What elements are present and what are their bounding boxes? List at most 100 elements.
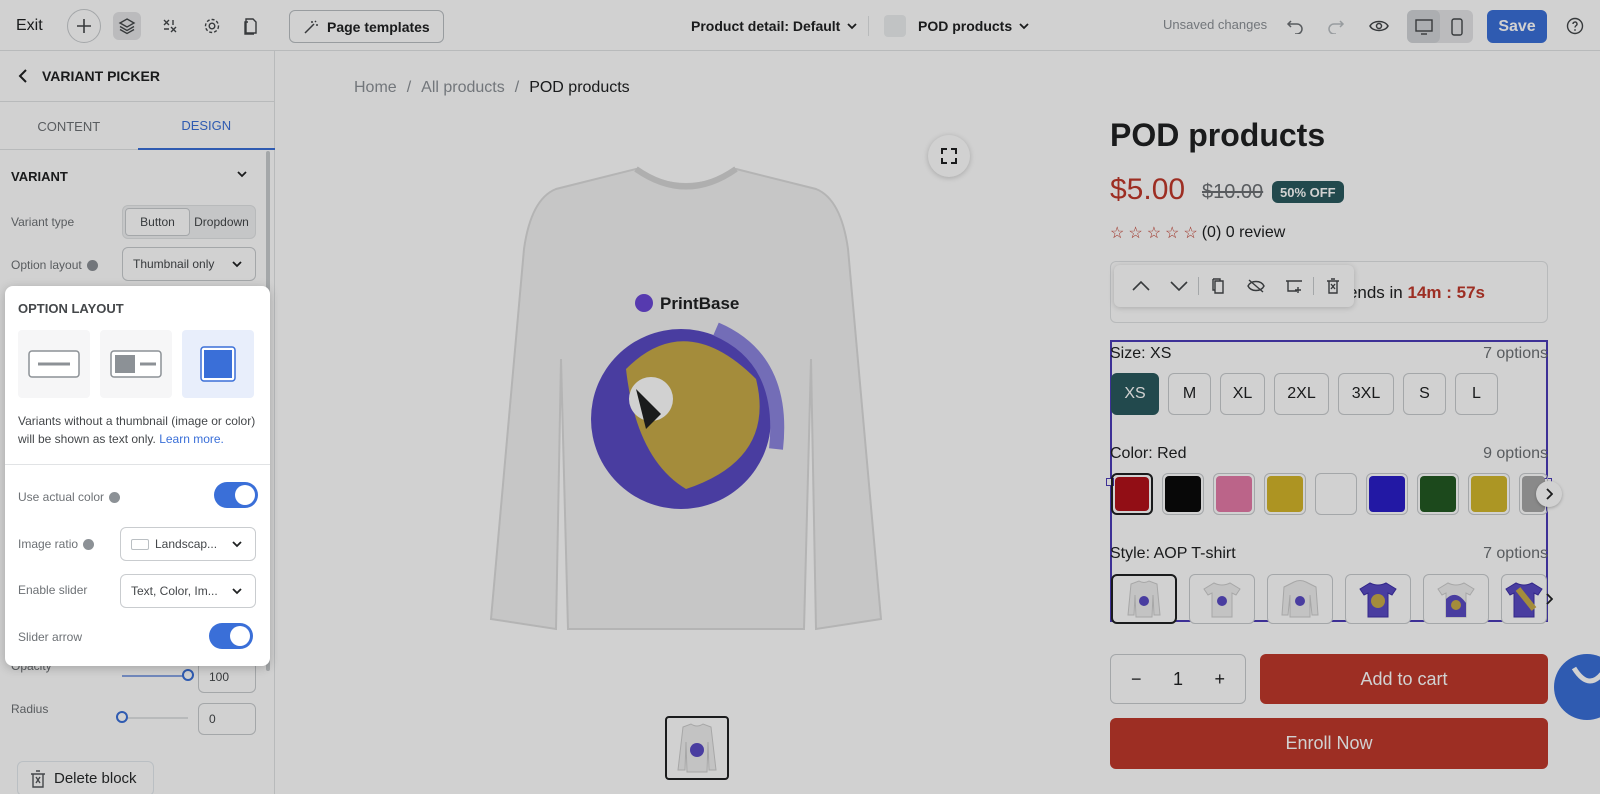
star-icon: ☆ xyxy=(1165,225,1180,242)
delete-block-label: Delete block xyxy=(54,770,137,787)
color-swatch[interactable] xyxy=(1264,473,1306,515)
radius-input[interactable]: 0 xyxy=(198,703,256,735)
quantity-decrease-button[interactable]: − xyxy=(1131,669,1142,690)
size-option-count: 7 options xyxy=(1483,345,1548,362)
layers-button[interactable] xyxy=(113,12,141,40)
move-down-button[interactable] xyxy=(1160,271,1198,301)
style-option-thumbnail[interactable] xyxy=(1345,574,1411,624)
breadcrumb-home[interactable]: Home xyxy=(354,79,397,97)
apps-button[interactable] xyxy=(156,12,184,40)
layout-option-thumbnail-only[interactable] xyxy=(182,330,254,398)
discount-badge: 50% OFF xyxy=(1272,181,1344,203)
learn-more-link[interactable]: Learn more. xyxy=(159,432,224,446)
mobile-view-button[interactable] xyxy=(1440,10,1473,43)
color-slider-next-button[interactable] xyxy=(1536,481,1562,507)
color-option-count: 9 options xyxy=(1483,445,1548,462)
delete-block-button[interactable]: Delete block xyxy=(17,761,154,794)
option-layout-select[interactable]: Thumbnail only xyxy=(122,247,256,281)
color-swatch[interactable] xyxy=(1417,473,1459,515)
slider-arrow-toggle[interactable] xyxy=(209,623,253,649)
color-swatch[interactable] xyxy=(1315,473,1357,515)
layout-option-thumbnail-text[interactable] xyxy=(100,330,172,398)
chevron-down-icon xyxy=(1170,281,1188,292)
tab-content[interactable]: CONTENT xyxy=(0,102,138,150)
radius-slider-track[interactable] xyxy=(122,717,188,719)
copy-icon xyxy=(1212,278,1224,294)
undo-icon xyxy=(1286,20,1303,34)
size-option-xs[interactable]: XS xyxy=(1111,373,1159,415)
image-ratio-select[interactable]: Landscap... xyxy=(120,527,256,561)
aop-shirt-thumbnail-image xyxy=(1359,582,1397,618)
landscape-icon xyxy=(131,538,149,550)
desktop-view-button[interactable] xyxy=(1407,10,1440,43)
use-actual-color-toggle[interactable] xyxy=(214,482,258,508)
page-selector-label: Product detail: Default xyxy=(691,18,841,34)
chevron-down-icon[interactable] xyxy=(235,167,249,181)
hide-button[interactable] xyxy=(1237,271,1275,301)
quantity-value[interactable]: 1 xyxy=(1173,669,1183,690)
fullscreen-button[interactable] xyxy=(928,135,970,177)
slider-arrow-row: Slider arrow xyxy=(11,615,256,657)
color-swatch[interactable] xyxy=(1366,473,1408,515)
opacity-slider-thumb[interactable] xyxy=(182,669,194,681)
product-thumbnail[interactable] xyxy=(665,716,729,780)
redo-button[interactable] xyxy=(1322,12,1350,40)
color-swatch[interactable] xyxy=(1111,473,1153,515)
help-button[interactable] xyxy=(1561,12,1589,40)
rating: ☆ ☆ ☆ ☆ ☆ (0) 0 review xyxy=(1110,223,1285,243)
page-templates-button[interactable]: Page templates xyxy=(289,10,444,43)
size-option-xl[interactable]: XL xyxy=(1220,373,1265,415)
settings-button[interactable] xyxy=(198,12,226,40)
variant-type-dropdown-option[interactable]: Dropdown xyxy=(190,208,253,236)
shirt-thumbnail-image xyxy=(1203,582,1241,618)
star-icon: ☆ xyxy=(1128,225,1143,242)
page-selector-dropdown[interactable]: Product detail: Default xyxy=(691,14,858,38)
product-selector-dropdown[interactable]: POD products xyxy=(884,14,1030,38)
style-option-thumbnail[interactable] xyxy=(1111,574,1177,624)
move-up-button[interactable] xyxy=(1122,271,1160,301)
redo-icon xyxy=(1328,20,1345,34)
size-option-m[interactable]: M xyxy=(1168,373,1211,415)
add-to-cart-button[interactable]: Add to cart xyxy=(1260,654,1548,704)
layout-option-text-only[interactable] xyxy=(18,330,90,398)
variant-type-button-option[interactable]: Button xyxy=(125,208,190,236)
tab-design[interactable]: DESIGN xyxy=(137,102,275,150)
size-option-3xl[interactable]: 3XL xyxy=(1338,373,1394,415)
layout-description: Variants without a thumbnail (image or c… xyxy=(18,412,263,448)
enroll-now-button[interactable]: Enroll Now xyxy=(1110,718,1548,769)
option-layout-popover: OPTION LAYOUT Variants without a thumbna… xyxy=(5,286,270,666)
save-button[interactable]: Save xyxy=(1487,10,1547,43)
product-image[interactable]: PrintBase xyxy=(486,159,886,659)
style-option-thumbnail[interactable] xyxy=(1423,574,1489,624)
size-option-l[interactable]: L xyxy=(1455,373,1498,415)
top-bar: Exit Page templates Product detail: Defa… xyxy=(0,0,1600,51)
back-arrow-icon[interactable] xyxy=(18,69,28,83)
device-toggle xyxy=(1407,10,1473,43)
chat-widget-button[interactable] xyxy=(1554,654,1600,720)
size-option-label: Size: XS xyxy=(1110,345,1172,362)
style-slider-next-button[interactable] xyxy=(1536,586,1562,612)
delete-button[interactable] xyxy=(1314,271,1352,301)
pages-button[interactable] xyxy=(237,12,265,40)
image-ratio-value: Landscap... xyxy=(155,537,218,551)
duplicate-button[interactable] xyxy=(1199,271,1237,301)
color-swatch[interactable] xyxy=(1162,473,1204,515)
style-option-thumbnail[interactable] xyxy=(1267,574,1333,624)
breadcrumb-all-products[interactable]: All products xyxy=(421,79,505,97)
add-section-button[interactable] xyxy=(67,9,101,43)
size-option-2xl[interactable]: 2XL xyxy=(1274,373,1329,415)
undo-button[interactable] xyxy=(1281,12,1309,40)
style-option-thumbnail[interactable] xyxy=(1189,574,1255,624)
enable-slider-select[interactable]: Text, Color, Im... xyxy=(120,574,256,608)
color-swatch-fill xyxy=(1369,476,1405,512)
color-swatch[interactable] xyxy=(1468,473,1510,515)
size-option-s[interactable]: S xyxy=(1403,373,1446,415)
radius-slider-thumb[interactable] xyxy=(116,711,128,723)
opacity-slider-track[interactable] xyxy=(122,675,188,677)
preview-button[interactable] xyxy=(1365,12,1393,40)
color-swatch[interactable] xyxy=(1213,473,1255,515)
image-ratio-label: Image ratio xyxy=(18,537,79,551)
exit-button[interactable]: Exit xyxy=(16,14,43,38)
quantity-increase-button[interactable]: + xyxy=(1214,669,1225,690)
insert-button[interactable] xyxy=(1275,271,1313,301)
